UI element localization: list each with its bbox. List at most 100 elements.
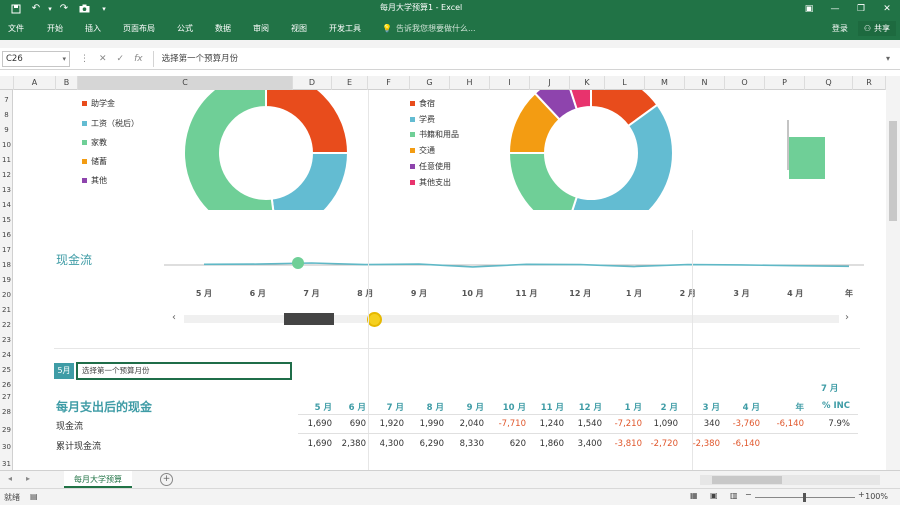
table-cell[interactable]: 340 [682, 419, 720, 429]
mini-bar-chart[interactable] [784, 120, 834, 190]
zoom-knob[interactable] [803, 493, 806, 502]
row-header[interactable]: 31 [0, 460, 13, 468]
undo-dropdown-icon[interactable]: ▾ [46, 1, 54, 16]
insert-function-icon[interactable]: fx [134, 54, 143, 64]
redo-icon[interactable]: ↷ [54, 1, 74, 16]
cashflow-line-chart[interactable] [164, 250, 864, 280]
col-header[interactable]: Q [805, 76, 853, 90]
scroll-left-icon[interactable]: ‹ [172, 312, 176, 323]
close-icon[interactable]: ✕ [874, 0, 900, 17]
row-header[interactable]: 8 [0, 111, 13, 119]
donut-slice[interactable] [566, 103, 674, 210]
row-header[interactable]: 26 [0, 381, 13, 389]
row-header[interactable]: 12 [0, 171, 13, 179]
cancel-icon[interactable]: ✕ [99, 54, 107, 64]
tell-me-box[interactable]: 💡 告诉我您想要做什么... [372, 23, 476, 34]
col-header[interactable]: M [645, 76, 685, 90]
row-header[interactable]: 25 [0, 366, 13, 374]
table-cell[interactable]: -3,810 [604, 439, 642, 449]
row-header[interactable]: 24 [0, 351, 13, 359]
restore-icon[interactable]: ❐ [848, 0, 874, 17]
row-header[interactable]: 23 [0, 336, 13, 344]
row-header[interactable]: 19 [0, 276, 13, 284]
table-cell[interactable]: 3,400 [564, 439, 602, 449]
select-all-corner[interactable] [0, 76, 14, 90]
table-cell[interactable]: 620 [488, 439, 526, 449]
selected-point-marker[interactable] [292, 257, 304, 269]
tab-home[interactable]: 开始 [36, 17, 74, 40]
zoom-slider[interactable] [755, 493, 855, 502]
save-icon[interactable] [6, 1, 26, 16]
col-header[interactable]: D [293, 76, 332, 90]
formula-input[interactable]: 选择第一个预算月份 [152, 50, 886, 67]
table-cell[interactable]: -6,140 [766, 419, 804, 429]
col-header[interactable]: K [570, 76, 605, 90]
tab-file[interactable]: 文件 [0, 17, 36, 40]
tab-formulas[interactable]: 公式 [166, 17, 204, 40]
col-header[interactable]: G [410, 76, 450, 90]
row-header[interactable]: 16 [0, 231, 13, 239]
tab-insert[interactable]: 插入 [74, 17, 112, 40]
ribbon-display-icon[interactable]: ▣ [796, 0, 822, 17]
table-cell[interactable]: 1,240 [526, 419, 564, 429]
tab-view[interactable]: 视图 [280, 17, 318, 40]
tab-page-layout[interactable]: 页面布局 [112, 17, 166, 40]
donut-slice[interactable] [183, 90, 276, 210]
tab-developer[interactable]: 开发工具 [318, 17, 372, 40]
row-header[interactable]: 14 [0, 201, 13, 209]
page-break-view-icon[interactable]: ▥ [730, 491, 738, 500]
vertical-scroll-thumb[interactable] [889, 121, 897, 221]
row-header[interactable]: 17 [0, 246, 13, 254]
zoom-in-icon[interactable]: + [858, 490, 865, 499]
horizontal-scroll-thumb[interactable] [712, 476, 782, 484]
col-header[interactable]: P [765, 76, 805, 90]
donut-slice[interactable] [265, 90, 350, 154]
col-header[interactable]: R [853, 76, 886, 90]
col-header[interactable]: L [605, 76, 645, 90]
table-cell[interactable]: -2,720 [640, 439, 678, 449]
col-header[interactable]: B [56, 76, 78, 90]
donut-slice[interactable] [507, 152, 579, 210]
macro-record-icon[interactable]: ▤ [30, 492, 38, 501]
normal-view-icon[interactable]: ▦ [690, 491, 698, 500]
timeline-scrollbar[interactable]: ‹ › [172, 312, 852, 327]
tab-review[interactable]: 审阅 [242, 17, 280, 40]
row-header[interactable]: 28 [0, 408, 13, 416]
table-cell[interactable]: 6,290 [406, 439, 444, 449]
row-header[interactable]: 11 [0, 156, 13, 164]
worksheet-grid[interactable]: 助学金 工资（税后） 家教 储蓄 其他 食宿 学费 书籍和用品 交通 任意使用 … [14, 90, 886, 470]
table-cell[interactable]: 1,090 [640, 419, 678, 429]
enter-icon[interactable]: ✓ [117, 54, 125, 64]
timeline-track[interactable] [184, 315, 839, 323]
tab-data[interactable]: 数据 [204, 17, 242, 40]
table-cell[interactable]: 1,990 [406, 419, 444, 429]
donut-slice[interactable] [270, 152, 350, 210]
tab-nav-right-icon[interactable]: ▸ [26, 474, 30, 483]
add-sheet-icon[interactable]: + [160, 473, 173, 486]
table-cell[interactable]: 1,540 [564, 419, 602, 429]
zoom-level[interactable]: 100% [865, 492, 888, 501]
income-donut-chart[interactable] [179, 90, 359, 210]
horizontal-scrollbar[interactable] [700, 475, 880, 485]
table-cell[interactable]: -7,210 [604, 419, 642, 429]
vertical-scrollbar[interactable] [886, 76, 900, 470]
col-header[interactable]: O [725, 76, 765, 90]
table-cell[interactable]: -6,140 [722, 439, 760, 449]
row-header[interactable]: 29 [0, 426, 13, 434]
col-header[interactable]: E [332, 76, 368, 90]
customize-qat-icon[interactable]: ▾ [94, 1, 114, 16]
table-cell[interactable]: -2,380 [682, 439, 720, 449]
col-header[interactable]: C [78, 76, 293, 90]
table-cell[interactable]: 4,300 [366, 439, 404, 449]
table-cell[interactable]: -3,760 [722, 419, 760, 429]
share-button[interactable]: ⚇ 共享 [857, 21, 896, 36]
expense-donut-chart[interactable] [504, 90, 684, 210]
more-options-icon[interactable]: ⋮ [80, 54, 89, 64]
row-header[interactable]: 21 [0, 306, 13, 314]
table-cell[interactable]: 1,860 [526, 439, 564, 449]
row-header[interactable]: 27 [0, 393, 13, 401]
row-header[interactable]: 13 [0, 186, 13, 194]
table-cell[interactable]: -7,710 [488, 419, 526, 429]
tab-nav-left-icon[interactable]: ◂ [8, 474, 12, 483]
table-cell[interactable]: 1,920 [366, 419, 404, 429]
